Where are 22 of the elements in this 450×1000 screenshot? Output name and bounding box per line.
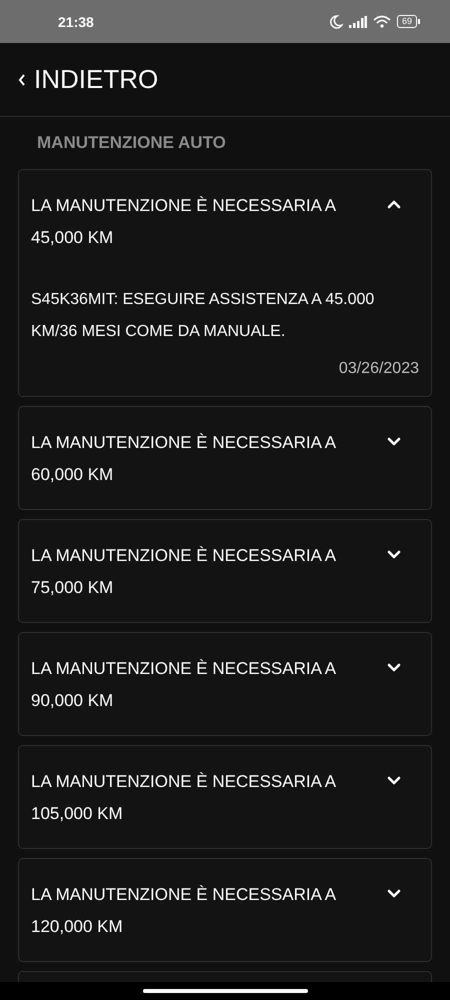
moon-icon [330,14,343,28]
battery-level: 69 [396,15,417,28]
maintenance-title: LA MANUTENZIONE È NECESSARIA A 60,000 KM [31,432,337,486]
maintenance-title: LA MANUTENZIONE È NECESSARIA A 120,000 KM [31,884,337,938]
chevron-down-icon[interactable] [387,889,401,898]
maintenance-title: LA MANUTENZIONE È NECESSARIA A 45,000 KM [31,195,337,249]
chevron-down-icon[interactable] [387,550,401,559]
chevron-down-icon[interactable] [387,776,401,785]
maintenance-title: LA MANUTENZIONE È NECESSARIA A 90,000 KM [31,658,337,712]
maintenance-detail: S45K36MIT: ESEGUIRE ASSISTENZA A 45.000 KM/36 MESI COME DA MANUALE. [31,290,376,342]
section-title: MANUTENZIONE AUTO [36,132,227,153]
back-button[interactable]: INDIETRO [18,64,158,95]
chevron-up-icon[interactable] [387,200,401,209]
signal-icon [348,16,367,28]
maintenance-title: LA MANUTENZIONE È NECESSARIA A 75,000 KM [31,545,337,599]
chevron-down-icon[interactable] [387,437,401,446]
status-time: 21:38 [58,14,95,30]
chevron-down-icon[interactable] [387,663,401,672]
back-icon[interactable] [18,74,26,86]
wifi-icon [372,15,391,28]
maintenance-date: 03/26/2023 [338,360,419,378]
maintenance-title: LA MANUTENZIONE È NECESSARIA A 105,000 KM [31,771,337,825]
